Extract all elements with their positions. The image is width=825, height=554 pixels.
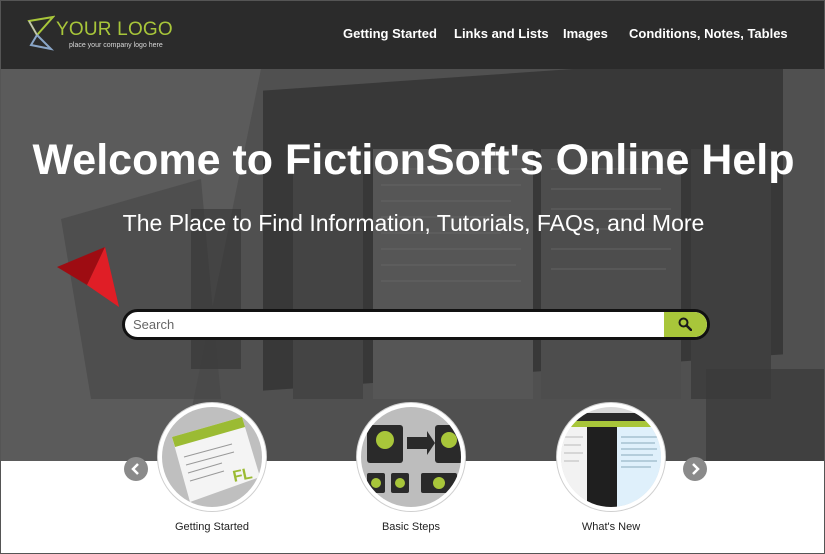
carousel-item-getting-started[interactable]: FL — [158, 403, 266, 511]
carousel-item-label-getting-started[interactable]: Getting Started — [132, 521, 292, 533]
basic-steps-thumbnail — [361, 407, 461, 507]
main-nav: Getting Started Links and Lists Images C… — [1, 26, 824, 44]
hero-title: Welcome to FictionSoft's Online Help — [32, 136, 795, 184]
search-icon — [678, 317, 692, 331]
carousel-item-whats-new[interactable] — [557, 403, 665, 511]
header-bar: YOUR LOGO place your company logo here G… — [1, 1, 824, 69]
getting-started-thumbnail: FL — [162, 407, 262, 507]
carousel-item-basic-steps[interactable] — [357, 403, 465, 511]
red-arrow-icon — [57, 247, 119, 307]
search-bar — [122, 309, 710, 340]
search-input[interactable] — [125, 312, 667, 337]
nav-images[interactable]: Images — [563, 26, 608, 41]
nav-getting-started[interactable]: Getting Started — [343, 26, 437, 41]
search-button[interactable] — [664, 312, 707, 337]
chevron-left-icon — [131, 463, 139, 475]
topic-carousel: FL Getting Started Basic Steps What's Ne… — [1, 401, 824, 553]
carousel-item-label-whats-new[interactable]: What's New — [531, 521, 691, 533]
page-frame: YOUR LOGO place your company logo here G… — [0, 0, 825, 554]
nav-conditions-notes-tables[interactable]: Conditions, Notes, Tables — [629, 26, 788, 41]
nav-links-and-lists[interactable]: Links and Lists — [454, 26, 549, 41]
hero-subtitle: The Place to Find Information, Tutorials… — [122, 210, 705, 236]
carousel-prev-button[interactable] — [124, 457, 148, 481]
carousel-item-label-basic-steps[interactable]: Basic Steps — [331, 521, 491, 533]
chevron-right-icon — [692, 463, 700, 475]
carousel-next-button[interactable] — [683, 457, 707, 481]
whats-new-thumbnail — [561, 407, 661, 507]
